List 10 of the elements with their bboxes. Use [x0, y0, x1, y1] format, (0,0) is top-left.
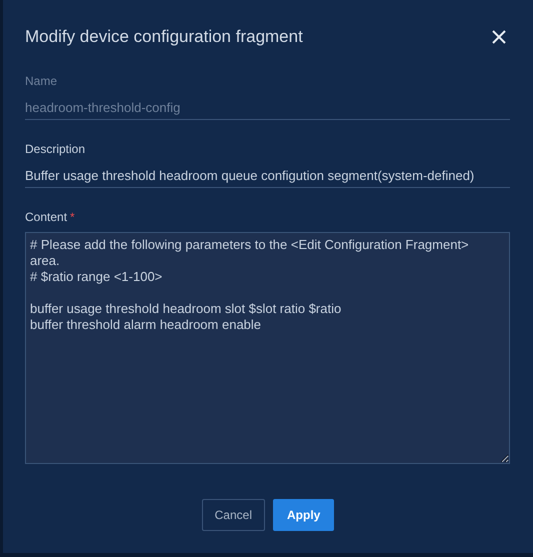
text-field[interactable]: Buffer usage threshold headroom queue configution segment(system-defined) — [25, 164, 510, 188]
field-label: Name — [25, 72, 58, 90]
cancel-button[interactable]: Cancel — [202, 499, 265, 531]
content-text-area[interactable]: # Please add the following parameters to the <Edit Configuration Fragment> area. # $ratio range <1-100> buffer usage threshold headroom slot $slot ratio $ratio buffer threshold alarm headroom enable — [25, 232, 510, 464]
close-icon[interactable] — [491, 28, 507, 45]
dialog-title: Modify device configuration fragment — [25, 26, 303, 48]
field-label: Description — [25, 140, 86, 158]
apply-button[interactable]: Apply — [273, 499, 334, 531]
field-label: Content — [25, 208, 68, 226]
required-mark: * — [70, 208, 75, 226]
